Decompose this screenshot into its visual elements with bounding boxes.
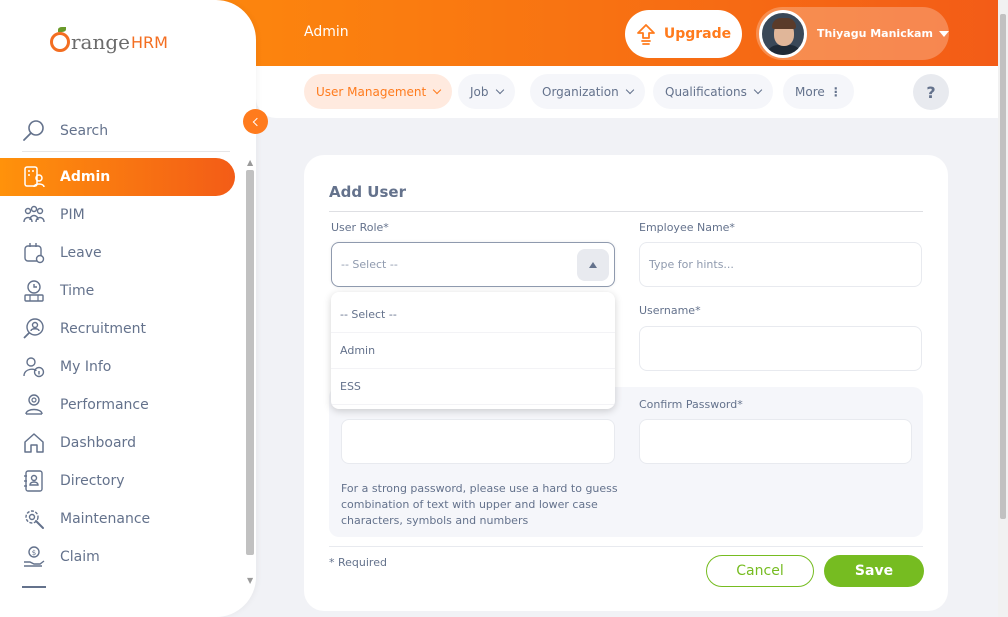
sidebar-item-label: Maintenance [60,511,151,527]
orangehrm-logo: range HRM [50,27,168,54]
dropdown-option-admin[interactable]: Admin [331,333,615,369]
tab-label: Organization [542,84,619,99]
tab-user-management[interactable]: User Management [304,74,453,109]
upgrade-button[interactable]: Upgrade [625,10,742,58]
password-hint: For a strong password, please use a hard… [341,482,618,527]
chevron-down-icon [495,85,504,94]
sidebar-search[interactable]: Search [22,110,230,152]
search-icon [23,119,44,141]
employee-name-placeholder: Type for hints... [649,258,734,271]
sidebar-item-claim[interactable]: $ Claim [0,538,240,576]
dashboard-icon [24,433,44,453]
password-input[interactable] [341,419,615,464]
sidebar-item-label: Claim [60,549,100,565]
tab-job[interactable]: Job [458,74,515,109]
divider [329,546,923,547]
tab-organization[interactable]: Organization [530,74,645,109]
user-role-label: User Role* [331,221,389,234]
admin-icon [24,166,45,188]
chevron-down-icon [432,85,442,94]
divider [329,211,923,212]
page-title: Admin [304,24,349,40]
user-role-select[interactable]: -- Select -- [331,242,615,287]
sidebar-item-label: Recruitment [60,321,147,337]
sidebar-item-performance[interactable]: Performance [0,386,240,424]
chevron-down-icon [753,85,763,94]
performance-icon [25,394,43,415]
tab-label: User Management [316,84,427,99]
tab-qualifications[interactable]: Qualifications [653,74,773,109]
username-input[interactable] [639,326,922,371]
avatar [759,9,807,58]
more-vertical-icon: ⋮ [829,84,842,99]
svg-text:$: $ [32,549,36,557]
sidebar-nav: Admin PIM Leave Time Recruitment My Info… [0,158,240,576]
chevron-down-icon [625,85,634,94]
sidebar-item-time[interactable]: Time [0,272,240,310]
caret-down-icon [938,30,949,37]
caret-up-icon[interactable] [577,249,609,281]
more-nav-items-peek [22,586,46,588]
sidebar-item-recruitment[interactable]: Recruitment [0,310,240,348]
sidebar-item-label: Directory [60,473,125,489]
time-icon [24,280,44,302]
sidebar-scroll-up-icon[interactable]: ▲ [247,158,253,167]
recruitment-icon [23,318,44,339]
user-role-value: -- Select -- [341,258,398,271]
sidebar-item-label: Performance [60,397,149,413]
leave-icon [24,243,45,264]
required-note: * Required [329,556,387,569]
sidebar-scroll-down-icon[interactable]: ▼ [247,576,253,585]
user-name: Thiyagu Manickam [817,27,933,40]
help-button[interactable]: ? [913,74,949,110]
maintenance-icon [25,510,44,529]
upgrade-icon [636,24,655,45]
sidebar-item-label: Admin [60,169,111,185]
user-menu[interactable]: Thiyagu Manickam [756,7,949,60]
chevron-left-icon [252,117,262,126]
dropdown-option-select[interactable]: -- Select -- [331,297,615,333]
confirm-password-label: Confirm Password* [639,398,743,411]
sidebar-item-admin[interactable]: Admin [0,158,235,196]
employee-name-label: Employee Name* [639,221,735,234]
top-nav-bar: User Management Job Organization Qualifi… [256,66,998,118]
sidebar-item-my-info[interactable]: My Info [0,348,240,386]
sidebar: range HRM Search Admin PIM Leave Time Rec… [0,0,256,617]
claim-icon: $ [24,546,45,567]
sidebar-item-label: My Info [60,359,112,375]
sidebar-item-directory[interactable]: Directory [0,462,240,500]
confirm-password-input[interactable] [639,419,912,464]
sidebar-item-leave[interactable]: Leave [0,234,240,272]
tab-label: Qualifications [665,84,747,99]
sidebar-item-pim[interactable]: PIM [0,196,240,234]
sidebar-item-dashboard[interactable]: Dashboard [0,424,240,462]
form-title: Add User [329,183,406,201]
sidebar-item-label: Leave [60,245,102,261]
search-label: Search [60,122,109,139]
sidebar-item-label: PIM [60,207,85,223]
sidebar-item-maintenance[interactable]: Maintenance [0,500,240,538]
save-button[interactable]: Save [824,555,924,587]
username-label: Username* [639,304,701,317]
cancel-button[interactable]: Cancel [706,555,814,587]
window-scrollbar[interactable] [1000,14,1006,519]
directory-icon [24,470,43,492]
tab-label: Job [470,84,489,99]
upgrade-label: Upgrade [663,26,732,42]
user-role-dropdown: -- Select -- Admin ESS [331,292,615,409]
dropdown-option-ess[interactable]: ESS [331,369,615,405]
tab-label: More [795,84,825,99]
employee-name-input[interactable]: Type for hints... [639,242,922,287]
tab-more[interactable]: More ⋮ [783,74,854,109]
collapse-sidebar-button[interactable] [243,109,268,134]
sidebar-item-label: Time [60,283,95,299]
my-info-icon [23,357,45,378]
sidebar-scrollbar[interactable] [246,170,254,555]
pim-icon [23,205,45,223]
sidebar-item-label: Dashboard [60,435,136,451]
